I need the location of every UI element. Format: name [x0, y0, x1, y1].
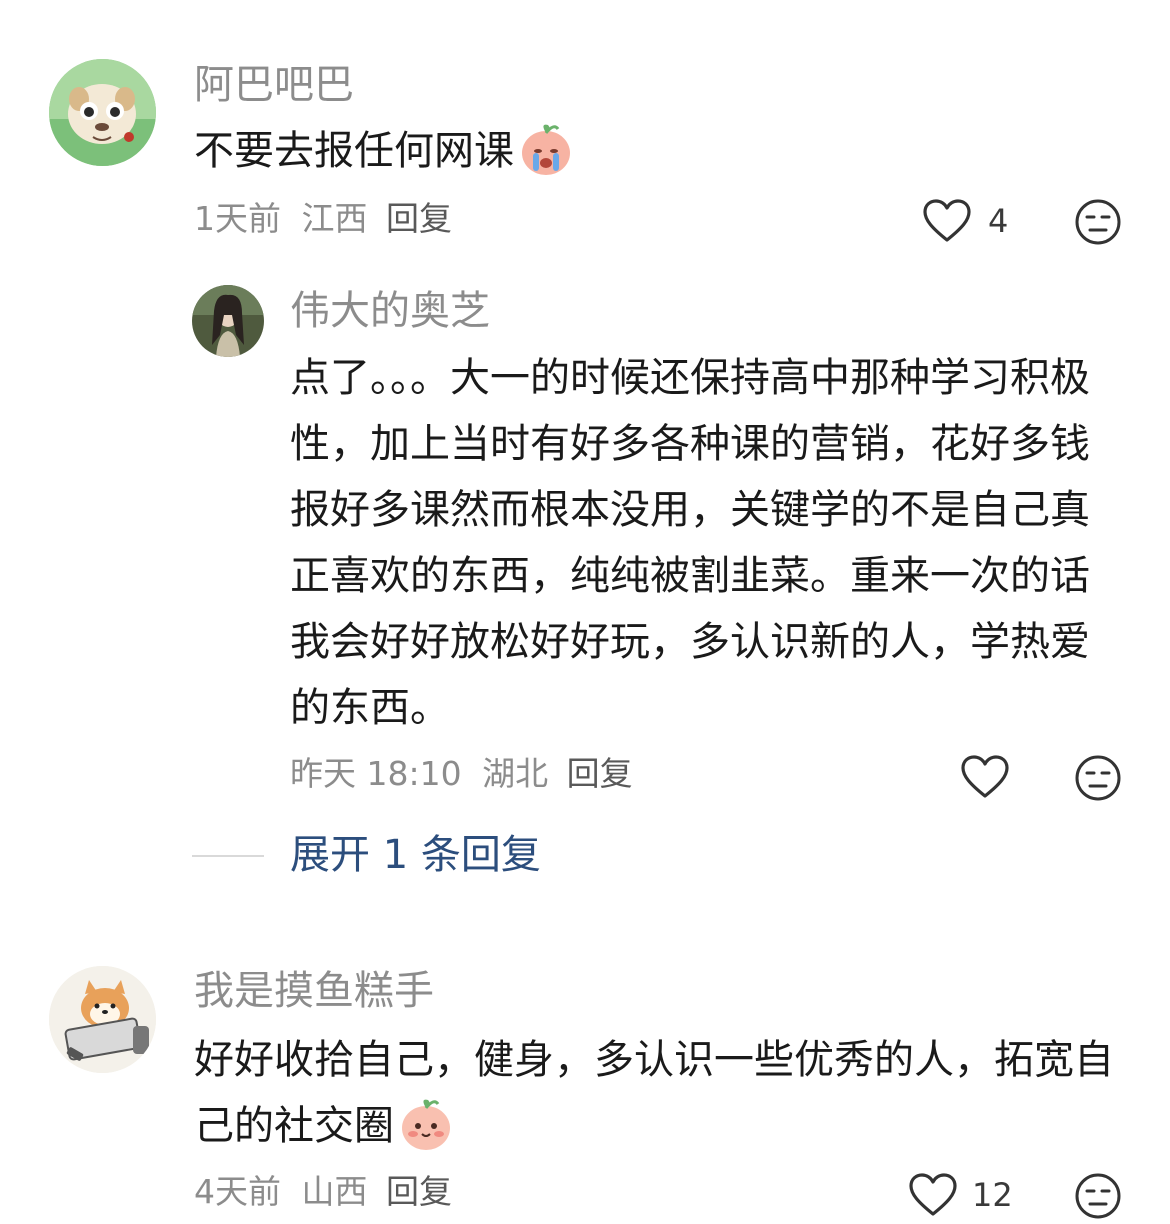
heart-icon	[909, 1173, 957, 1216]
crying-peach-emoji	[522, 124, 570, 175]
like-count: 12	[972, 1176, 1013, 1214]
comment-meta: 4天前 山西 回复	[194, 1172, 452, 1212]
avatar[interactable]	[49, 59, 156, 166]
meh-face-icon	[1075, 199, 1121, 245]
comment-text: 点了。。。大一的时候还保持高中那种学习积极性，加上当时有好多各种课的营销，花好多…	[290, 355, 1090, 731]
comment-text-content: 不要去报任何网课	[194, 128, 514, 174]
avatar-image	[49, 59, 156, 166]
comment-text: 不要去报任何网课	[194, 118, 574, 184]
comment-location: 山西	[301, 1172, 368, 1211]
reply-item: 伟大的奥芝 点了。。。大一的时候还保持高中那种学习积极性，加上当时有好多各种课的…	[0, 270, 1170, 810]
comment-username[interactable]: 我是摸鱼糕手	[194, 967, 434, 1015]
avatar[interactable]	[192, 285, 264, 357]
like-button[interactable]: 12	[908, 1172, 1018, 1220]
like-count: 4	[988, 202, 1009, 240]
dislike-button[interactable]	[1074, 198, 1122, 246]
reply-button[interactable]: 回复	[386, 1172, 452, 1211]
expand-divider	[192, 855, 264, 857]
comment-item: 阿巴吧巴 不要去报任何网课 1天前 江西 回复 4	[0, 0, 1170, 260]
shy-peach-emoji	[402, 1099, 450, 1150]
comment-item: 我是摸鱼糕手 好好收拾自己，健身，多认识一些优秀的人，拓宽自己的社交圈 4天前 …	[0, 950, 1170, 1219]
reply-button[interactable]: 回复	[567, 754, 633, 793]
meh-face-icon	[1075, 1173, 1121, 1219]
like-button[interactable]	[960, 754, 1010, 802]
comment-location: 江西	[301, 199, 368, 238]
heart-icon	[923, 199, 971, 242]
comment-text-content: 好好收拾自己，健身，多认识一些优秀的人，拓宽自己的社交圈	[194, 1037, 1114, 1149]
comment-username[interactable]: 伟大的奥芝	[290, 287, 490, 335]
comment-username[interactable]: 阿巴吧巴	[194, 61, 354, 109]
heart-icon	[961, 755, 1009, 798]
comment-text: 好好收拾自己，健身，多认识一些优秀的人，拓宽自己的社交圈	[194, 1027, 1114, 1159]
comment-meta: 1天前 江西 回复	[194, 199, 452, 239]
avatar[interactable]	[49, 966, 156, 1073]
comment-location: 湖北	[482, 754, 549, 793]
like-button[interactable]: 4	[922, 198, 1022, 246]
comment-time: 昨天 18:10	[290, 754, 462, 793]
avatar-image	[192, 285, 264, 357]
comment-time: 4天前	[194, 1172, 281, 1211]
meh-face-icon	[1075, 755, 1121, 801]
reply-button[interactable]: 回复	[386, 199, 452, 238]
dislike-button[interactable]	[1074, 754, 1122, 802]
dislike-button[interactable]	[1074, 1172, 1122, 1220]
comment-meta: 昨天 18:10 湖北 回复	[290, 754, 633, 794]
comment-time: 1天前	[194, 199, 281, 238]
avatar-image	[49, 966, 156, 1073]
expand-replies-link[interactable]: 展开 1 条回复	[290, 831, 541, 879]
